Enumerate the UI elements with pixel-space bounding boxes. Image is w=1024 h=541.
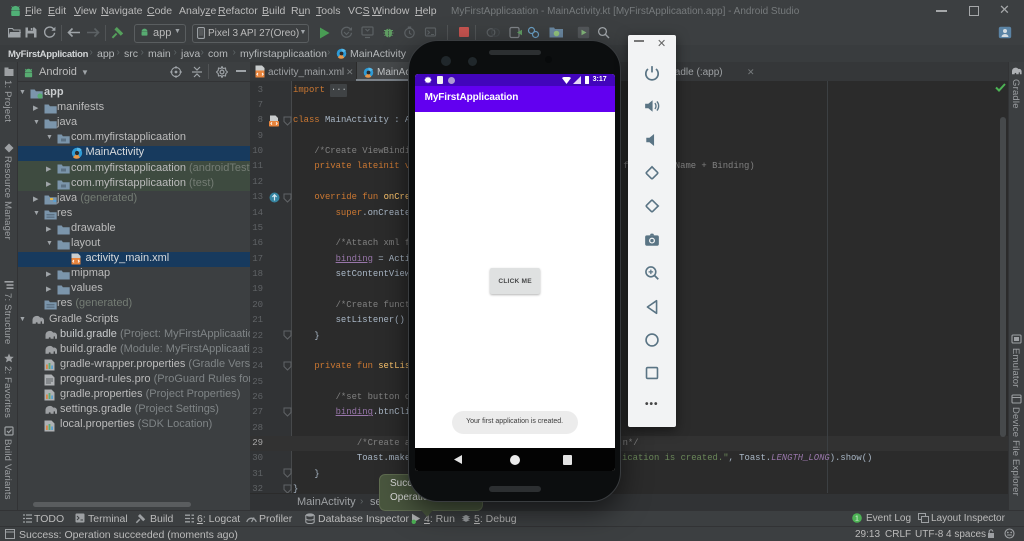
svg-text:1: 1 [855, 516, 859, 523]
